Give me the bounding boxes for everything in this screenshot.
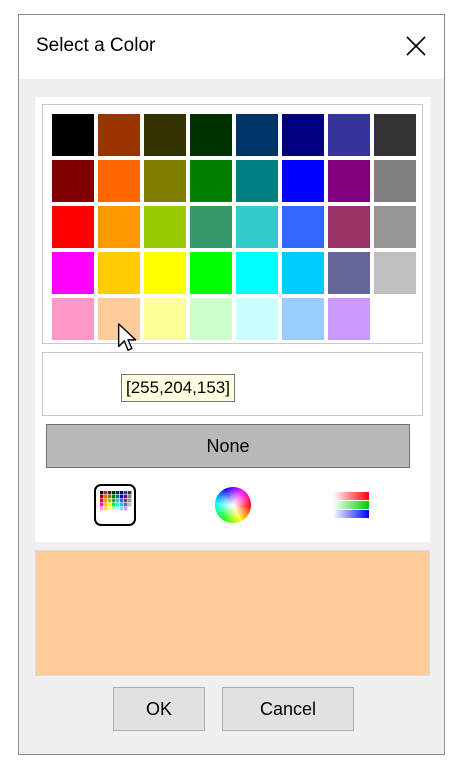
cancel-button[interactable]: Cancel — [222, 687, 354, 731]
rgb-mode-button[interactable] — [328, 482, 374, 528]
close-button[interactable] — [396, 27, 436, 67]
color-swatch[interactable] — [374, 206, 416, 248]
color-value-tooltip: [255,204,153] — [121, 374, 235, 402]
color-palette-grid — [42, 104, 423, 344]
color-swatch[interactable] — [282, 298, 324, 340]
color-swatch[interactable] — [236, 206, 278, 248]
mouse-cursor-icon — [117, 323, 137, 351]
color-swatch[interactable] — [328, 252, 370, 294]
color-swatch[interactable] — [282, 206, 324, 248]
color-wheel-mode-button[interactable] — [210, 482, 256, 528]
color-swatch[interactable] — [98, 114, 140, 156]
color-swatch[interactable] — [190, 298, 232, 340]
color-swatch[interactable] — [98, 252, 140, 294]
color-swatch[interactable] — [144, 114, 186, 156]
palette-grid-icon — [94, 484, 136, 526]
dialog-title: Select a Color — [36, 35, 156, 56]
color-swatch[interactable] — [374, 160, 416, 202]
color-swatch[interactable] — [282, 252, 324, 294]
color-swatch[interactable] — [190, 114, 232, 156]
color-swatch[interactable] — [52, 252, 94, 294]
color-swatch[interactable] — [190, 160, 232, 202]
select-color-dialog: Select a Color [255,204,153] None OK Can… — [18, 14, 445, 755]
none-button[interactable]: None — [46, 424, 410, 468]
color-swatch[interactable] — [236, 114, 278, 156]
color-swatch[interactable] — [236, 160, 278, 202]
color-swatch[interactable] — [144, 252, 186, 294]
color-swatch[interactable] — [190, 252, 232, 294]
color-swatch[interactable] — [236, 252, 278, 294]
color-swatch[interactable] — [98, 206, 140, 248]
color-swatch[interactable] — [328, 160, 370, 202]
color-swatch[interactable] — [144, 160, 186, 202]
ok-button[interactable]: OK — [113, 687, 205, 731]
color-wheel-icon — [215, 487, 251, 523]
close-icon — [406, 36, 426, 56]
color-swatch[interactable] — [98, 160, 140, 202]
color-swatch[interactable] — [52, 114, 94, 156]
color-swatch[interactable] — [52, 298, 94, 340]
color-swatch[interactable] — [52, 206, 94, 248]
color-picker-panel: [255,204,153] None — [35, 97, 430, 542]
color-swatch[interactable] — [144, 298, 186, 340]
color-info-box: [255,204,153] — [42, 352, 423, 416]
palette-mode-button[interactable] — [92, 482, 138, 528]
color-swatch[interactable] — [282, 114, 324, 156]
color-swatch[interactable] — [190, 206, 232, 248]
color-swatch[interactable] — [144, 206, 186, 248]
color-swatch[interactable] — [328, 298, 370, 340]
title-bar: Select a Color — [19, 15, 444, 79]
color-swatch[interactable] — [374, 114, 416, 156]
color-swatch[interactable] — [282, 160, 324, 202]
color-swatch[interactable] — [374, 252, 416, 294]
color-swatch[interactable] — [328, 114, 370, 156]
color-preview — [35, 550, 430, 676]
color-swatch[interactable] — [236, 298, 278, 340]
color-swatch[interactable] — [328, 206, 370, 248]
color-swatch[interactable] — [52, 160, 94, 202]
rgb-sliders-icon — [333, 492, 369, 518]
